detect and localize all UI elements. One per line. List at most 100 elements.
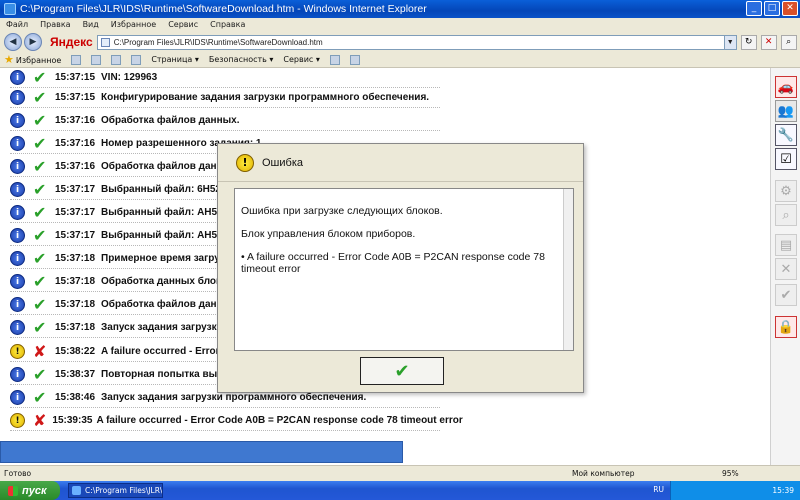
zoom-level[interactable]: 95% — [722, 469, 782, 478]
log-text: VIN: 129963 — [101, 72, 158, 83]
refresh-button[interactable]: ↻ — [740, 34, 757, 50]
menu-file[interactable]: Файл — [6, 18, 28, 32]
taskbar-window-item[interactable]: C:\Program Files\JLR\... — [68, 483, 163, 498]
log-time: 15:38:22 — [55, 346, 96, 357]
maximize-button[interactable]: □ — [764, 1, 780, 16]
log-time: 15:37:17 — [55, 230, 96, 241]
minimize-button[interactable]: _ — [746, 1, 762, 16]
back-button[interactable]: ◀ — [4, 33, 22, 51]
log-row: i ✔ 15:37:15 VIN: 129963 — [10, 68, 440, 88]
dialog-line-3: • A failure occurred - Error Code A0B = … — [241, 251, 545, 275]
address-row: ◀ ▶ Яндекс C:\Program Files\JLR\IDS\Runt… — [0, 32, 800, 52]
info-icon: i — [10, 274, 25, 289]
taskbar: пуск C:\Program Files\JLR\... RU 15:39 — [0, 481, 800, 500]
checklist-icon[interactable]: ☑ — [775, 148, 797, 170]
home-icon[interactable] — [91, 54, 102, 65]
log-time: 15:37:15 — [55, 92, 96, 103]
info-icon: i — [10, 297, 25, 312]
confirm-icon[interactable]: ✔ — [775, 284, 797, 306]
success-check-icon: ✔ — [33, 180, 47, 199]
log-text: Запуск задания загрузки п — [101, 322, 232, 333]
info-icon: i — [10, 205, 25, 220]
dialog-title: Ошибка — [262, 156, 303, 169]
settings-icon[interactable]: ⚙ — [775, 180, 797, 202]
progress-bar — [0, 441, 403, 463]
language-indicator[interactable]: RU — [653, 485, 664, 494]
log-text: Обработка файлов данных. — [101, 115, 240, 126]
research-icon[interactable] — [349, 54, 360, 65]
success-check-icon: ✔ — [33, 388, 47, 407]
close-button[interactable]: ✕ — [782, 1, 798, 16]
right-toolbar: 🚗 👥 🔧 ☑ ⚙ ⌕ ▤ ✕ ✔ 🔒 — [770, 68, 800, 465]
log-text: Обработка файлов данны — [101, 161, 232, 172]
log-row: ! ✘ 15:39:35 A failure occurred - Error Cod… — [10, 411, 463, 431]
error-dialog: ! Ошибка Ошибка при загрузке следующих б… — [217, 143, 584, 393]
log-time: 15:37:16 — [55, 161, 96, 172]
checkmark-icon: ✔ — [394, 360, 410, 382]
start-button[interactable]: пуск — [0, 481, 60, 500]
tools-icon[interactable]: 🔧 — [775, 124, 797, 146]
success-check-icon: ✔ — [33, 295, 47, 314]
vehicle-icon[interactable]: 🚗 — [775, 76, 797, 98]
log-text: A failure occurred - Error Code A0B = P2… — [96, 415, 463, 426]
success-check-icon: ✔ — [33, 226, 47, 245]
system-tray: 15:39 — [670, 481, 800, 500]
print-icon[interactable] — [131, 54, 142, 65]
tab-icon[interactable] — [71, 54, 82, 65]
address-dropdown-icon[interactable]: ▼ — [723, 35, 736, 49]
menu-edit[interactable]: Правка — [40, 18, 70, 32]
tools-menu[interactable]: Сервис ▾ — [283, 55, 319, 64]
lock-icon[interactable]: 🔒 — [775, 316, 797, 338]
dialog-header: ! Ошибка — [218, 144, 583, 182]
menu-help[interactable]: Справка — [210, 18, 245, 32]
info-icon: i — [10, 390, 25, 405]
log-row: i ✔ 15:37:15 Конфигурирование задания загру… — [10, 88, 440, 108]
address-text: C:\Program Files\JLR\IDS\Runtime\Softwar… — [113, 37, 323, 47]
favorites-button[interactable]: ★ Избранное — [4, 53, 61, 66]
warning-icon: ! — [236, 153, 254, 172]
error-cross-icon: ✘ — [33, 342, 47, 361]
menu-view[interactable]: Вид — [83, 18, 99, 32]
info-icon: i — [10, 136, 25, 151]
security-menu[interactable]: Безопасность ▾ — [209, 55, 274, 64]
cancel-icon[interactable]: ✕ — [775, 258, 797, 280]
success-check-icon: ✔ — [33, 111, 47, 130]
menu-favorites[interactable]: Избранное — [111, 18, 156, 32]
log-time: 15:37:16 — [55, 138, 96, 149]
stop-button[interactable]: ✕ — [760, 34, 777, 50]
info-icon: i — [10, 182, 25, 197]
log-time: 15:37:17 — [55, 207, 96, 218]
page-menu[interactable]: Страница ▾ — [151, 55, 199, 64]
document-icon[interactable]: ▤ — [775, 234, 797, 256]
forward-button[interactable]: ▶ — [24, 33, 42, 51]
log-time: 15:38:46 — [55, 392, 96, 403]
info-icon: i — [10, 320, 25, 335]
log-time: 15:37:18 — [55, 299, 96, 310]
users-icon[interactable]: 👥 — [775, 100, 797, 122]
search-button[interactable]: ⌕ — [780, 34, 797, 50]
log-row: i ✔ 15:37:16 Обработка файлов данных. — [10, 111, 440, 131]
ok-button[interactable]: ✔ — [360, 357, 444, 385]
page-icon — [100, 37, 110, 47]
info-icon: i — [10, 90, 25, 105]
info-icon: i — [10, 70, 25, 85]
log-time: 15:37:16 — [55, 115, 96, 126]
log-text: A failure occurred - Error C — [101, 346, 230, 357]
star-icon: ★ — [4, 53, 14, 66]
help-icon[interactable] — [329, 54, 340, 65]
log-text: Обработка файлов данны — [101, 299, 232, 310]
feeds-icon[interactable] — [111, 54, 122, 65]
status-text: Готово — [4, 469, 32, 478]
menu-bar: Файл Правка Вид Избранное Сервис Справка — [0, 18, 800, 32]
log-time: 15:37:18 — [55, 276, 96, 287]
success-check-icon: ✔ — [33, 134, 47, 153]
security-zone: Мой компьютер — [572, 469, 635, 478]
dialog-scrollbar[interactable] — [563, 189, 573, 350]
address-bar[interactable]: C:\Program Files\JLR\IDS\Runtime\Softwar… — [96, 34, 737, 50]
search-tool-icon[interactable]: ⌕ — [775, 204, 797, 226]
log-time: 15:38:37 — [55, 369, 96, 380]
menu-tools[interactable]: Сервис — [168, 18, 198, 32]
window-title: C:\Program Files\JLR\IDS\Runtime\Softwar… — [20, 3, 427, 15]
command-bar: ★ Избранное Страница ▾ Безопасность ▾ Сер… — [0, 52, 800, 68]
info-icon: i — [10, 228, 25, 243]
